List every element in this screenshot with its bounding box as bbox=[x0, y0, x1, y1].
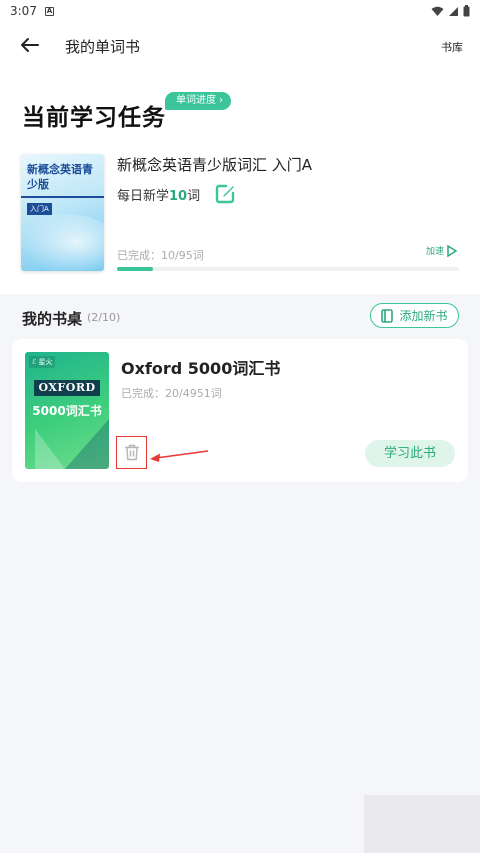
speed-label: 加速 bbox=[425, 247, 444, 257]
daily-suffix: 词 bbox=[187, 189, 201, 204]
trash-icon bbox=[124, 444, 139, 461]
cover-tag: 入门A bbox=[27, 203, 52, 215]
daily-num: 10 bbox=[169, 189, 188, 204]
daily-goal: 每日新学10词 bbox=[117, 185, 200, 204]
cover-decoration bbox=[35, 429, 95, 469]
add-book-icon bbox=[381, 308, 394, 323]
current-book-progress-bar bbox=[117, 267, 459, 271]
add-book-button[interactable]: 添加新书 bbox=[370, 303, 459, 328]
word-progress-button[interactable]: 单词进度 › bbox=[165, 92, 232, 110]
delete-book-button[interactable] bbox=[116, 436, 147, 469]
cover-title: 新概念英语青少版 bbox=[27, 163, 93, 191]
desk-count: (2/10) bbox=[87, 311, 121, 324]
status-bar: 3:07 A bbox=[0, 0, 480, 22]
library-link[interactable]: 书库 bbox=[441, 39, 463, 55]
notification-icon: A bbox=[44, 6, 54, 16]
speed-button[interactable]: 加速 bbox=[426, 244, 458, 257]
background-smudge bbox=[364, 795, 480, 853]
cover-decoration bbox=[21, 214, 104, 271]
add-book-label: 添加新书 bbox=[399, 309, 448, 323]
speed-icon bbox=[447, 244, 458, 257]
wifi-icon bbox=[431, 6, 444, 16]
current-book-progress-text: 已完成：10/95词 bbox=[117, 249, 204, 262]
cover-divider bbox=[21, 196, 104, 198]
book-progress-text: 已完成：20/4951词 bbox=[121, 387, 222, 400]
current-task-panel: 我的单词书 书库 当前学习任务 单词进度 › 新概念英语青少版 入门A 新概念英… bbox=[0, 22, 480, 294]
book-card[interactable]: ℰ 星火 OXFORD 5000词汇书 Oxford 5000词汇书 已完成：2… bbox=[12, 339, 468, 482]
cover-title: 5000词汇书 bbox=[32, 404, 102, 418]
back-arrow-icon[interactable] bbox=[18, 36, 40, 54]
page-title: 我的单词书 bbox=[65, 38, 141, 56]
study-book-button[interactable]: 学习此书 bbox=[365, 440, 455, 467]
daily-prefix: 每日新学 bbox=[117, 189, 170, 204]
current-task-title: 当前学习任务 bbox=[22, 105, 166, 131]
status-icons bbox=[431, 5, 470, 17]
publisher-logo: ℰ 星火 bbox=[29, 356, 56, 368]
edit-icon[interactable] bbox=[214, 183, 236, 205]
desk-title: 我的书桌 bbox=[22, 310, 83, 328]
cover-brand: OXFORD bbox=[34, 380, 100, 396]
current-book-title: 新概念英语青少版词汇 入门A bbox=[117, 156, 313, 174]
battery-icon bbox=[463, 5, 470, 17]
book-title: Oxford 5000词汇书 bbox=[121, 359, 281, 378]
word-progress-label: 单词进度 bbox=[176, 95, 216, 106]
annotation-arrow-icon bbox=[150, 450, 209, 462]
signal-icon bbox=[449, 6, 458, 16]
status-time: 3:07 bbox=[10, 4, 37, 18]
current-book-cover[interactable]: 新概念英语青少版 入门A bbox=[21, 154, 104, 271]
book-cover[interactable]: ℰ 星火 OXFORD 5000词汇书 bbox=[25, 352, 109, 469]
progress-fill bbox=[117, 267, 153, 271]
